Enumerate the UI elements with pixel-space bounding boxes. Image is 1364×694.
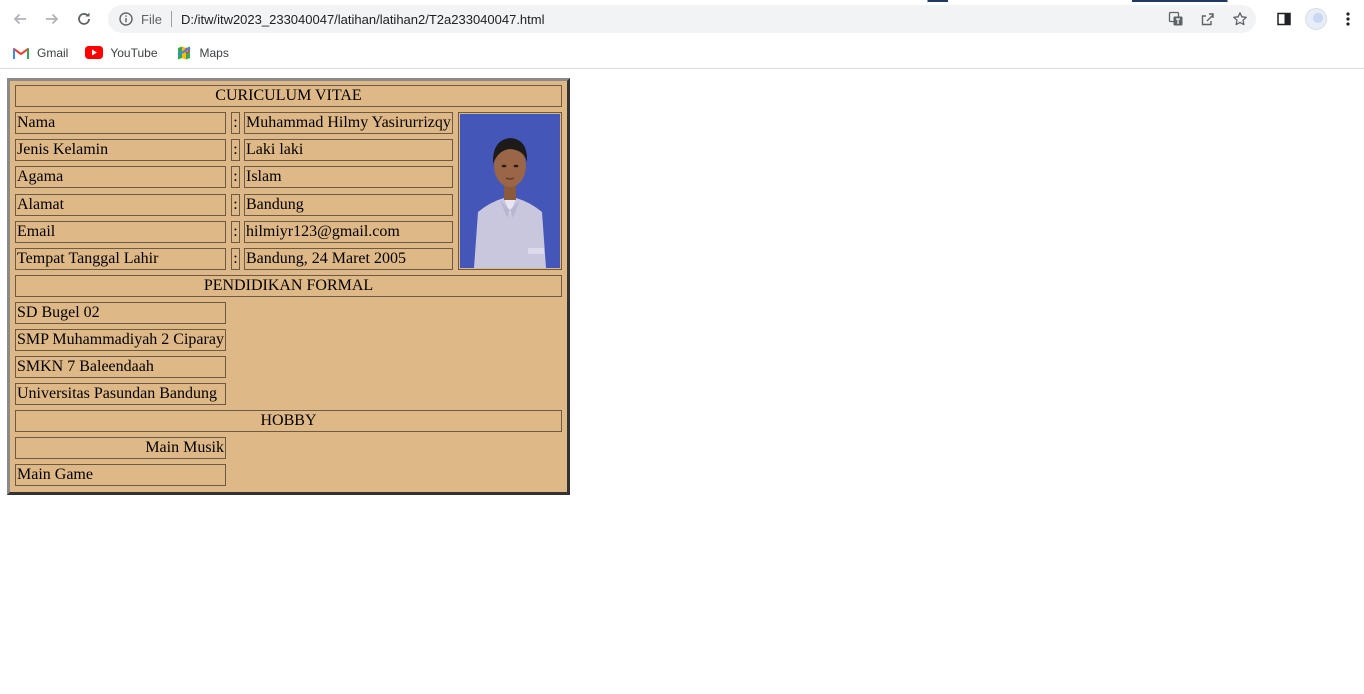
youtube-icon xyxy=(85,45,104,61)
separator: : xyxy=(231,221,240,243)
side-panel-icon[interactable] xyxy=(1268,3,1300,35)
omnibox-actions xyxy=(1160,5,1256,33)
toolbar-actions xyxy=(1268,2,1364,36)
separator: : xyxy=(231,139,240,161)
arrow-right-icon xyxy=(46,13,59,24)
label-alamat: Alamat xyxy=(15,194,226,216)
bookmark-maps[interactable]: Maps xyxy=(175,45,229,61)
cv-table: CURICULUM VITAE Nama : Muhammad Hilmy Ya… xyxy=(7,78,570,495)
education-item: SMKN 7 Baleendaah xyxy=(15,356,226,378)
profile-photo xyxy=(458,112,562,270)
hobby-heading: HOBBY xyxy=(15,410,562,432)
value-email: hilmiyr123@gmail.com xyxy=(244,221,453,243)
value-agama: Islam xyxy=(244,166,453,188)
profile-avatar[interactable] xyxy=(1300,3,1332,35)
avatar xyxy=(1305,8,1327,30)
label-tempat-tanggal-lahir: Tempat Tanggal Lahir xyxy=(15,248,226,270)
url-text[interactable]: D:/itw/itw2023_233040047/latihan/latihan… xyxy=(181,12,545,27)
photo-image xyxy=(460,114,560,268)
scheme-label: File xyxy=(141,11,162,27)
bookmarks-bar: Gmail YouTube Maps xyxy=(0,37,1364,69)
bookmark-label: Gmail xyxy=(37,45,69,60)
label-jenis-kelamin: Jenis Kelamin xyxy=(15,139,226,161)
info-icon[interactable] xyxy=(118,11,134,27)
maps-icon xyxy=(175,45,193,61)
back-button[interactable] xyxy=(4,3,36,35)
reload-icon xyxy=(78,12,90,25)
value-tempat-tanggal-lahir: Bandung, 24 Maret 2005 xyxy=(244,248,453,270)
reload-button[interactable] xyxy=(68,3,100,35)
arrow-left-icon xyxy=(13,13,26,24)
separator: : xyxy=(231,248,240,270)
bookmark-label: Maps xyxy=(199,45,229,60)
separator: : xyxy=(231,112,240,134)
label-email: Email xyxy=(15,221,226,243)
forward-button[interactable] xyxy=(36,3,68,35)
label-nama: Nama xyxy=(15,112,226,134)
education-item: SMP Muhammadiyah 2 Ciparay xyxy=(15,329,226,351)
bookmark-youtube[interactable]: YouTube xyxy=(85,45,158,61)
label-agama: Agama xyxy=(15,166,226,188)
education-item: SD Bugel 02 xyxy=(15,302,226,324)
bookmark-star-icon[interactable] xyxy=(1224,5,1256,33)
separator: : xyxy=(231,166,240,188)
translate-icon[interactable] xyxy=(1160,5,1192,33)
share-icon[interactable] xyxy=(1192,5,1224,33)
tab-strip-edge xyxy=(0,0,1364,2)
value-alamat: Bandung xyxy=(244,194,453,216)
bookmark-label: YouTube xyxy=(110,45,158,60)
value-nama: Muhammad Hilmy Yasirurrizqy xyxy=(244,112,453,134)
cv-title: CURICULUM VITAE xyxy=(15,85,562,107)
bookmark-gmail[interactable]: Gmail xyxy=(12,45,68,61)
education-item: Universitas Pasundan Bandung xyxy=(15,383,226,405)
omnibox-divider xyxy=(170,11,172,27)
browser-toolbar: File D:/itw/itw2023_233040047/latihan/la… xyxy=(0,0,1364,37)
person-portrait-icon xyxy=(460,114,560,268)
education-heading: PENDIDIKAN FORMAL xyxy=(15,275,562,297)
hobby-item: Main Game xyxy=(15,464,226,486)
separator: : xyxy=(231,194,240,216)
hobby-item: Main Musik xyxy=(15,437,226,459)
page-content: CURICULUM VITAE Nama : Muhammad Hilmy Ya… xyxy=(0,69,1364,694)
kebab-menu-icon[interactable] xyxy=(1332,3,1364,35)
value-jenis-kelamin: Laki laki xyxy=(244,139,453,161)
gmail-icon xyxy=(12,45,30,61)
address-bar[interactable]: File D:/itw/itw2023_233040047/latihan/la… xyxy=(108,5,1256,33)
